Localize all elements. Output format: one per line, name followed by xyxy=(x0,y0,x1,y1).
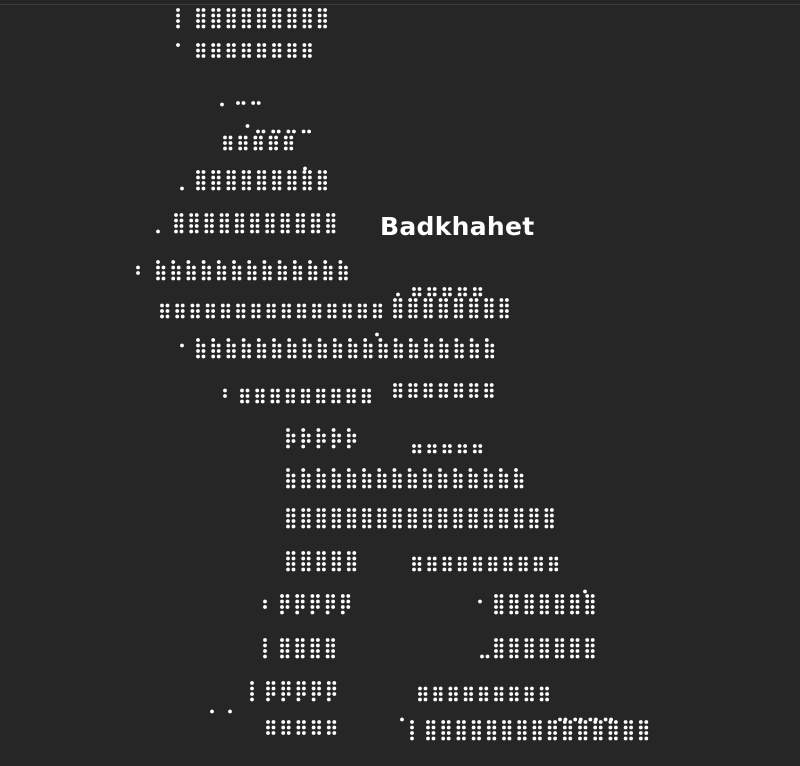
braille-ascii-art-figure xyxy=(136,8,649,741)
braille-dots xyxy=(136,8,649,741)
caption-text: Badkhahet xyxy=(380,212,535,241)
